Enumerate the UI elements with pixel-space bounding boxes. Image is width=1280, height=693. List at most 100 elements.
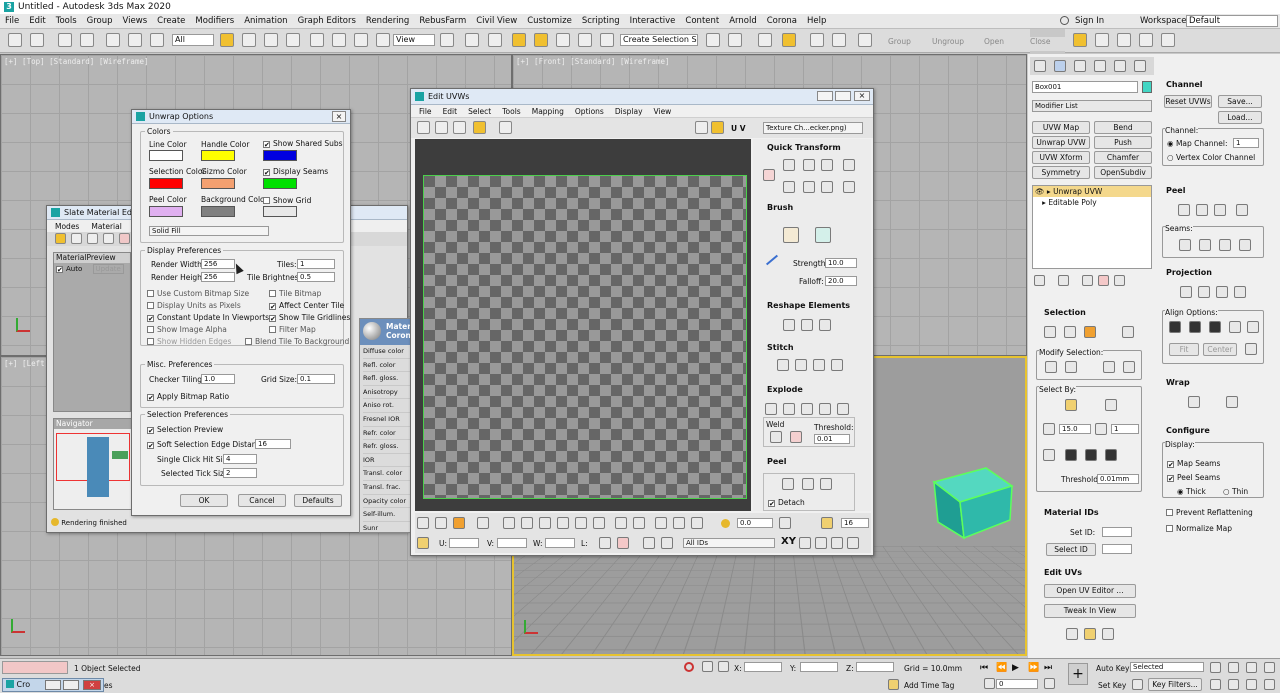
peel-seams-checkbox[interactable]: ✔ Peel Seams: [1167, 473, 1220, 482]
angle-snap-icon[interactable]: [534, 33, 548, 47]
spline-map-icon[interactable]: [1188, 396, 1200, 408]
lock-icon[interactable]: [599, 537, 611, 549]
pin-stack-icon[interactable]: [1034, 275, 1045, 286]
ids-dropdown[interactable]: All IDs: [683, 538, 775, 548]
slate-select-icon[interactable]: [55, 233, 66, 244]
slot-refl-gloss[interactable]: Refl. gloss.: [363, 372, 410, 386]
close-group-button[interactable]: Close: [1030, 37, 1065, 51]
select-link-icon[interactable]: [8, 33, 22, 47]
load-button[interactable]: Load...: [1218, 111, 1262, 124]
shrink-selection-icon[interactable]: [1065, 361, 1077, 373]
ungroup-button[interactable]: Ungroup: [932, 37, 964, 46]
hide-icon[interactable]: [617, 537, 629, 549]
polygon-mode-icon[interactable]: [453, 517, 465, 529]
quick-peel-icon[interactable]: [1178, 204, 1190, 216]
reset-peel-icon[interactable]: [820, 478, 832, 490]
slot-opacity-color[interactable]: Opacity color: [363, 495, 410, 509]
cylindrical-map-icon[interactable]: [1198, 286, 1210, 298]
grow-icon[interactable]: [503, 517, 515, 529]
point-to-point-seams-icon[interactable]: [1199, 239, 1211, 251]
handle-color-swatch[interactable]: [201, 150, 235, 161]
scene-explorer-icon[interactable]: [758, 33, 772, 47]
align-horizontal-icon[interactable]: [783, 159, 795, 171]
uv-label[interactable]: U V: [731, 124, 746, 133]
reset-projection-icon[interactable]: [1245, 343, 1257, 355]
edge-sub-icon[interactable]: [1064, 326, 1076, 338]
pan-icon[interactable]: [799, 537, 811, 549]
save-button[interactable]: Save...: [1218, 95, 1262, 108]
key-selection-dropdown[interactable]: Selected: [1130, 662, 1204, 672]
grow-loop-icon[interactable]: [575, 517, 587, 529]
uv-editor-canvas[interactable]: [415, 139, 751, 511]
select-manipulate-icon[interactable]: [465, 33, 479, 47]
stitch-header[interactable]: Stitch: [767, 343, 794, 352]
center-button[interactable]: Center: [1203, 343, 1237, 356]
create-tab-icon[interactable]: [1034, 60, 1046, 72]
grow-selection-icon[interactable]: [1045, 361, 1057, 373]
rotate-90-icon[interactable]: [821, 159, 833, 171]
seams-color-swatch[interactable]: [263, 178, 297, 189]
v-spinner[interactable]: [497, 538, 527, 548]
projection-header[interactable]: Projection: [1166, 268, 1212, 277]
tweak-uv-pin-icon[interactable]: [1102, 628, 1114, 640]
ring-selection-icon[interactable]: [1123, 361, 1135, 373]
layer-explorer-icon[interactable]: [782, 33, 796, 47]
slot-refl-color[interactable]: Refl. color: [363, 359, 410, 373]
close-icon[interactable]: ×: [854, 91, 870, 101]
pivot-icon[interactable]: [440, 33, 454, 47]
map-seams-checkbox[interactable]: ✔ Map Seams: [1167, 459, 1220, 468]
explode-header[interactable]: Explode: [767, 385, 803, 394]
render-height-spinner[interactable]: 256: [201, 272, 235, 282]
group-button[interactable]: Group: [888, 37, 911, 46]
affect-center-tile-checkbox[interactable]: ✔ Affect Center Tile: [269, 301, 344, 310]
vertex-color-channel-radio[interactable]: ○ Vertex Color Channel: [1167, 153, 1255, 162]
frame-buffer-icon[interactable]: [1161, 33, 1175, 47]
polygon-sub-icon[interactable]: [1084, 326, 1096, 338]
undo-icon[interactable]: [58, 33, 72, 47]
uvw-mirror-icon[interactable]: [499, 121, 512, 134]
ignore-backfacing-icon[interactable]: [1043, 449, 1055, 461]
uvw-map-button[interactable]: UVW Map: [1032, 121, 1090, 134]
quick-transform-header[interactable]: Quick Transform: [767, 143, 841, 152]
make-unique-icon[interactable]: [1082, 275, 1093, 286]
edit-uvs-header[interactable]: Edit UVs: [1044, 568, 1082, 577]
mirror-icon[interactable]: [706, 33, 720, 47]
uvw-menu-view[interactable]: View: [654, 107, 672, 116]
open-uv-editor-button[interactable]: Open UV Editor ...: [1044, 584, 1136, 598]
strength-spinner[interactable]: 10.0: [825, 258, 857, 268]
line-color-swatch[interactable]: [149, 150, 183, 161]
rotate-minus-90-icon[interactable]: [821, 181, 833, 193]
menu-group[interactable]: Group: [87, 16, 113, 26]
xy-label[interactable]: XY: [781, 536, 796, 547]
selection-color-swatch[interactable]: [149, 178, 183, 189]
align-vertical-icon[interactable]: [803, 159, 815, 171]
chamfer-button[interactable]: Chamfer: [1094, 151, 1152, 164]
filter-map-checkbox[interactable]: Filter Map: [269, 325, 316, 334]
select-inverted-icon[interactable]: [1085, 449, 1097, 461]
place-icon[interactable]: [376, 33, 390, 47]
rotate-icon[interactable]: [332, 33, 346, 47]
weld-threshold-spinner[interactable]: 0.01: [814, 434, 850, 444]
corona-icon[interactable]: [1073, 33, 1087, 47]
menu-file[interactable]: File: [5, 16, 19, 26]
zoom-icon[interactable]: [815, 537, 827, 549]
z-coordinate-field[interactable]: [856, 662, 894, 672]
ok-button[interactable]: OK: [180, 494, 228, 507]
update-button[interactable]: Update: [93, 264, 124, 274]
stack-item-unwrap-uvw[interactable]: 👁 ▸ Unwrap UVW: [1033, 186, 1151, 197]
stitch-average-icon[interactable]: [795, 359, 807, 371]
peel-color-swatch[interactable]: [149, 206, 183, 217]
mini-maximize-icon[interactable]: [63, 680, 79, 690]
pin-icon[interactable]: [1236, 204, 1248, 216]
slate-assign-icon[interactable]: [87, 233, 98, 244]
loop-icon[interactable]: [539, 517, 551, 529]
soft-selection-distance-spinner[interactable]: 16: [255, 439, 291, 449]
zoom-extents-all-icon[interactable]: [1264, 662, 1275, 673]
motion-tab-icon[interactable]: [1094, 60, 1106, 72]
uvw-move-icon[interactable]: [417, 121, 430, 134]
grid-size-spinner[interactable]: 0.1: [297, 374, 335, 384]
uvw-scale-icon[interactable]: [453, 121, 466, 134]
background-color-swatch[interactable]: [201, 206, 235, 217]
texture-dropdown[interactable]: Texture Ch...ecker.png): [763, 122, 863, 134]
falloff-type-icon[interactable]: [779, 517, 791, 529]
